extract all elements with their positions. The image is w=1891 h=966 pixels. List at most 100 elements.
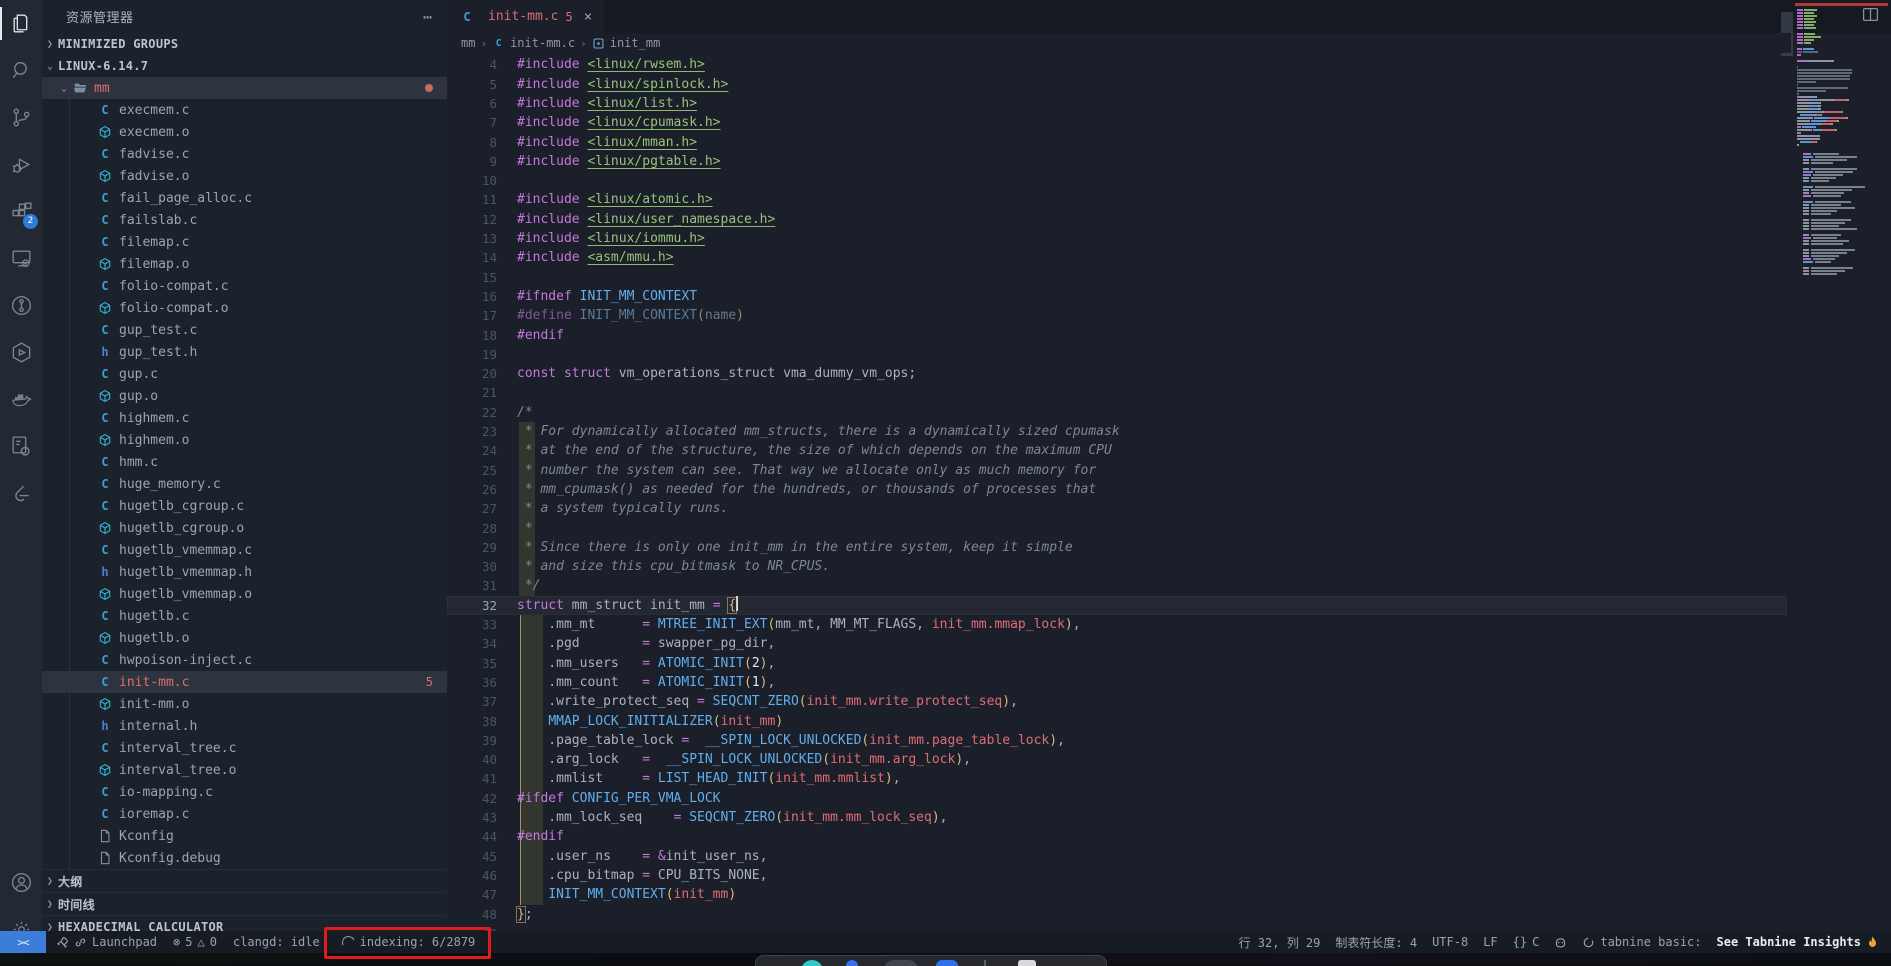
sidebar-more-actions-icon[interactable]: ⋯: [423, 8, 433, 26]
tree-item-gup-c[interactable]: Cgup.c: [42, 363, 447, 385]
tree-item-gup-o[interactable]: gup.o: [42, 385, 447, 407]
dock-app-icon[interactable]: [884, 960, 918, 966]
activity-bar-remote-explorer-icon[interactable]: [0, 235, 42, 282]
code-line-28[interactable]: 28 *: [447, 519, 1891, 538]
activity-bar-leetcode-icon[interactable]: [0, 470, 42, 517]
code-line-48[interactable]: 48};: [447, 905, 1891, 924]
tab-init-mm-c[interactable]: C init-mm.c 5 ×: [447, 0, 605, 33]
tree-section--[interactable]: ❯ 时间线: [42, 892, 447, 915]
tree-item-hugetlb-c[interactable]: Chugetlb.c: [42, 605, 447, 627]
code-line-7[interactable]: 7 #include <linux/cpumask.h>: [447, 113, 1891, 132]
code-editor[interactable]: 3#include <linux/mm_types.h>4#include <l…: [447, 33, 1891, 933]
tree-section-minimized-groups[interactable]: ❯ MINIMIZED GROUPS: [42, 33, 447, 55]
tree-item-huge-memory-c[interactable]: Chuge_memory.c: [42, 473, 447, 495]
code-line-6[interactable]: 6 #include <linux/list.h>: [447, 94, 1891, 113]
code-line-17[interactable]: 17 #define INIT_MM_CONTEXT(name): [447, 306, 1891, 325]
problems-item[interactable]: ⊗ 5 △ 0: [173, 935, 217, 949]
activity-bar-account-icon[interactable]: [0, 859, 42, 906]
code-line-38[interactable]: 38 MMAP_LOCK_INITIALIZER(init_mm): [447, 712, 1891, 731]
activity-bar-extensions-icon[interactable]: 2: [0, 188, 42, 235]
activity-bar-explorer-icon[interactable]: [0, 0, 42, 47]
code-line-5[interactable]: 5 #include <linux/spinlock.h>: [447, 75, 1891, 94]
code-line-36[interactable]: 36 .mm_count = ATOMIC_INIT(1),: [447, 673, 1891, 692]
code-line-43[interactable]: 43 .mm_lock_seq = SEQCNT_ZERO(init_mm.mm…: [447, 808, 1891, 827]
code-line-23[interactable]: 23 * For dynamically allocated mm_struct…: [447, 422, 1891, 441]
code-line-18[interactable]: 18 #endif: [447, 326, 1891, 345]
dock-app-icon[interactable]: [1018, 960, 1036, 966]
tree-item-execmem-o[interactable]: execmem.o: [42, 121, 447, 143]
tree-item-filemap-c[interactable]: Cfilemap.c: [42, 231, 447, 253]
tabnine-insights-item[interactable]: See Tabnine Insights: [1717, 935, 1880, 949]
tree-item-fadvise-c[interactable]: Cfadvise.c: [42, 143, 447, 165]
eol-item[interactable]: LF: [1483, 935, 1497, 949]
tree-item-hugetlb-vmemmap-c[interactable]: Chugetlb_vmemmap.c: [42, 539, 447, 561]
tab-close-icon[interactable]: ×: [584, 9, 592, 25]
copilot-item[interactable]: [1554, 936, 1567, 949]
tree-item-hugetlb-vmemmap-h[interactable]: h hugetlb_vmemmap.h: [42, 561, 447, 583]
tree-item-execmem-c[interactable]: Cexecmem.c: [42, 99, 447, 121]
tabnine-item[interactable]: tabnine basic:: [1582, 935, 1702, 949]
tree-item-io-mapping-c[interactable]: Cio-mapping.c: [42, 781, 447, 803]
tree-item-init-mm-o[interactable]: init-mm.o: [42, 693, 447, 715]
code-line-20[interactable]: 20 const struct vm_operations_struct vma_…: [447, 364, 1891, 383]
tree-item-hmm-c[interactable]: Chmm.c: [42, 451, 447, 473]
code-line-40[interactable]: 40 .arg_lock = __SPIN_LOCK_UNLOCKED(init…: [447, 750, 1891, 769]
dock-app-icon[interactable]: [801, 960, 823, 966]
code-line-13[interactable]: 13 #include <linux/iommu.h>: [447, 229, 1891, 248]
code-line-4[interactable]: 4 #include <linux/rwsem.h>: [447, 55, 1891, 74]
code-line-19[interactable]: 19: [447, 345, 1891, 364]
taskbar-dock[interactable]: [755, 955, 1107, 966]
activity-bar-gitlens-icon[interactable]: [0, 282, 42, 329]
tree-item-gup-test-c[interactable]: Cgup_test.c: [42, 319, 447, 341]
code-line-34[interactable]: 34 .pgd = swapper_pg_dir,: [447, 634, 1891, 653]
code-line-29[interactable]: 29 * Since there is only one init_mm in …: [447, 538, 1891, 557]
tree-item-hugetlb-cgroup-o[interactable]: hugetlb_cgroup.o: [42, 517, 447, 539]
tree-item-folio-compat-o[interactable]: folio-compat.o: [42, 297, 447, 319]
tree-item-filemap-o[interactable]: filemap.o: [42, 253, 447, 275]
code-line-16[interactable]: 16 #ifndef INIT_MM_CONTEXT: [447, 287, 1891, 306]
tree-item-Kconfig-debug[interactable]: Kconfig.debug: [42, 847, 447, 869]
code-line-9[interactable]: 9 #include <linux/pgtable.h>: [447, 152, 1891, 171]
tree-folder-mm[interactable]: ⌄ mm: [42, 77, 447, 99]
code-line-45[interactable]: 45 .user_ns = &init_user_ns,: [447, 847, 1891, 866]
code-line-30[interactable]: 30 * and size this cpu_bitmask to NR_CPU…: [447, 557, 1891, 576]
code-line-12[interactable]: 12 #include <linux/user_namespace.h>: [447, 210, 1891, 229]
tree-item-fadvise-o[interactable]: fadvise.o: [42, 165, 447, 187]
activity-bar-cpp-tools-icon[interactable]: [0, 423, 42, 470]
code-line-39[interactable]: 39 .page_table_lock = __SPIN_LOCK_UNLOCK…: [447, 731, 1891, 750]
code-line-21[interactable]: 21: [447, 383, 1891, 402]
tree-item-folio-compat-c[interactable]: Cfolio-compat.c: [42, 275, 447, 297]
tree-item-internal-h[interactable]: h internal.h: [42, 715, 447, 737]
tree-item-interval-tree-c[interactable]: Cinterval_tree.c: [42, 737, 447, 759]
activity-bar-project-manager-icon[interactable]: [0, 329, 42, 376]
code-line-41[interactable]: 41 .mmlist = LIST_HEAD_INIT(init_mm.mmli…: [447, 769, 1891, 788]
tree-item-hugetlb-cgroup-c[interactable]: Chugetlb_cgroup.c: [42, 495, 447, 517]
remote-indicator-button[interactable]: ><: [0, 931, 46, 953]
tree-item-hugetlb-o[interactable]: hugetlb.o: [42, 627, 447, 649]
encoding-item[interactable]: UTF-8: [1432, 935, 1468, 949]
tree-item-hwpoison-inject-c[interactable]: Chwpoison-inject.c: [42, 649, 447, 671]
tree-item-ioremap-c[interactable]: Cioremap.c: [42, 803, 447, 825]
code-line-27[interactable]: 27 * a system typically runs.: [447, 499, 1891, 518]
code-line-10[interactable]: 10: [447, 171, 1891, 190]
code-line-46[interactable]: 46 .cpu_bitmap = CPU_BITS_NONE,: [447, 866, 1891, 885]
tree-item-init-mm-c[interactable]: Cinit-mm.c 5: [42, 671, 447, 693]
code-line-42[interactable]: 42 #ifdef CONFIG_PER_VMA_LOCK: [447, 789, 1891, 808]
tree-section--[interactable]: ❯ 大纲: [42, 869, 447, 892]
code-line-8[interactable]: 8 #include <linux/mman.h>: [447, 133, 1891, 152]
dock-app-icon[interactable]: [846, 960, 858, 966]
tree-item-gup-test-h[interactable]: h gup_test.h: [42, 341, 447, 363]
tree-item-Kconfig[interactable]: Kconfig: [42, 825, 447, 847]
code-line-31[interactable]: 31 */: [447, 576, 1891, 595]
code-line-26[interactable]: 26 * mm_cpumask() as needed for the hund…: [447, 480, 1891, 499]
code-line-37[interactable]: 37 .write_protect_seq = SEQCNT_ZERO(init…: [447, 692, 1891, 711]
code-line-33[interactable]: 33 .mm_mt = MTREE_INIT_EXT(mm_mt, MM_MT_…: [447, 615, 1891, 634]
code-line-24[interactable]: 24 * at the end of the structure, the si…: [447, 441, 1891, 460]
activity-bar-search-icon[interactable]: [0, 47, 42, 94]
cursor-position-item[interactable]: 行 32, 列 29: [1239, 934, 1321, 951]
code-line-47[interactable]: 47 INIT_MM_CONTEXT(init_mm): [447, 885, 1891, 904]
code-line-14[interactable]: 14 #include <asm/mmu.h>: [447, 248, 1891, 267]
language-mode-item[interactable]: {} C: [1513, 935, 1540, 949]
activity-bar-docker-icon[interactable]: [0, 376, 42, 423]
code-line-15[interactable]: 15: [447, 268, 1891, 287]
